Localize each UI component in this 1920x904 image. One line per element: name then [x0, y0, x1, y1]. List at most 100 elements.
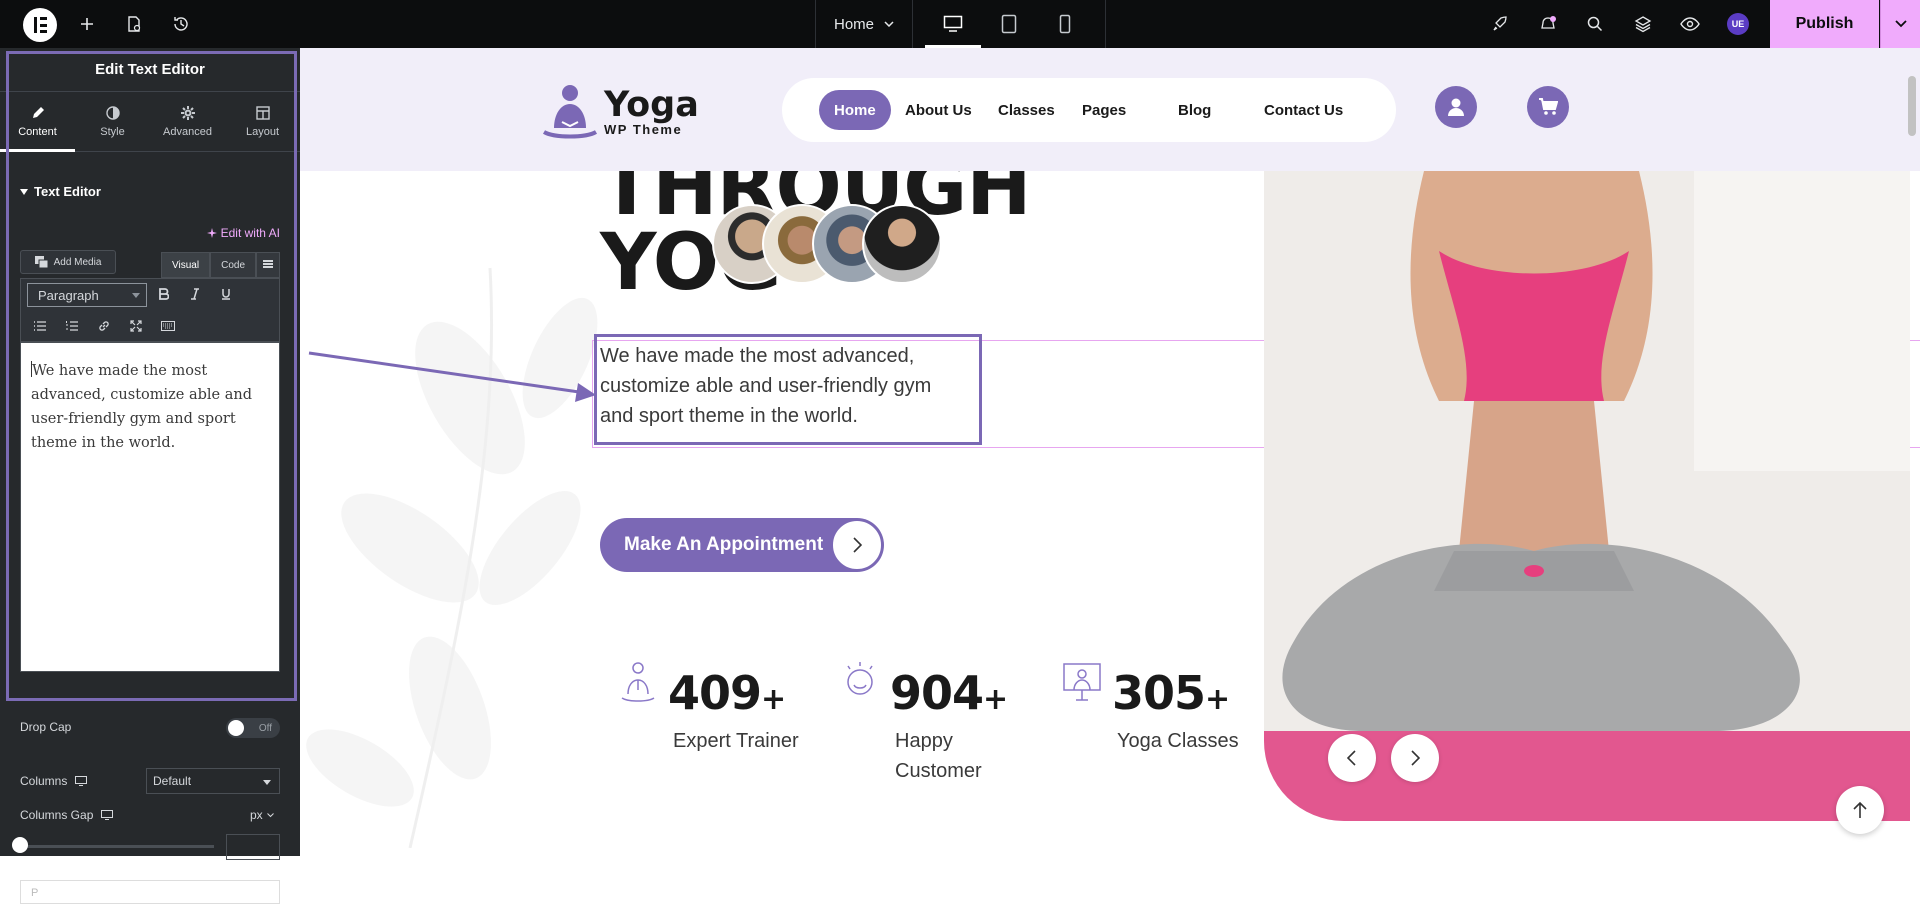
section-title: Text Editor [34, 184, 101, 199]
nav-blog[interactable]: Blog [1178, 90, 1211, 130]
account-button[interactable] [1435, 86, 1477, 128]
keyboard-shortcuts-button[interactable] [157, 315, 179, 337]
scroll-to-top-button[interactable] [1836, 786, 1884, 834]
unit-selector[interactable]: px [250, 808, 274, 822]
responsive-desktop-icon[interactable] [101, 810, 114, 820]
publish-options-button[interactable] [1880, 0, 1920, 48]
editor-mode-tabs: Visual Code [161, 252, 280, 278]
tab-style[interactable]: Style [75, 92, 150, 151]
italic-button[interactable] [184, 283, 206, 305]
make-appointment-button[interactable]: Make An Appointment [600, 518, 884, 572]
tab-label: Advanced [163, 125, 212, 138]
page-name: Home [833, 15, 874, 33]
responsive-desktop-icon[interactable] [75, 776, 88, 786]
meditation-icon [621, 662, 655, 702]
preview-eye-icon[interactable] [1678, 12, 1702, 36]
desktop-view-button[interactable] [925, 0, 981, 48]
search-icon[interactable] [1583, 12, 1607, 36]
preview-scrollbar[interactable] [1908, 76, 1916, 136]
slider-next-button[interactable] [1391, 734, 1439, 782]
columns-gap-slider-track[interactable] [20, 845, 214, 848]
structure-layers-icon[interactable] [1631, 12, 1655, 36]
toolbar-toggle-button[interactable] [256, 252, 280, 278]
elementor-logo-icon[interactable] [23, 8, 57, 42]
tab-layout[interactable]: Layout [225, 92, 300, 151]
nav-classes[interactable]: Classes [998, 90, 1055, 130]
italic-icon [191, 288, 199, 300]
editor-content-text: We have made the most advanced, customiz… [31, 363, 252, 451]
avatar [862, 204, 942, 284]
columns-select-value: Default [153, 774, 192, 788]
cart-button[interactable] [1527, 86, 1569, 128]
chevron-down-icon [132, 293, 140, 298]
fullscreen-button[interactable] [125, 315, 147, 337]
tablet-view-button[interactable] [981, 0, 1037, 48]
hero-description[interactable]: We have made the most advanced, customiz… [600, 341, 970, 431]
page-selector[interactable]: Home [816, 0, 912, 48]
fullscreen-icon [130, 320, 142, 332]
history-icon[interactable] [169, 12, 193, 36]
columns-label: Columns [20, 774, 68, 788]
happy-face-icon [847, 662, 873, 695]
rocket-icon[interactable] [1488, 12, 1512, 36]
columns-gap-label: Columns Gap [20, 808, 94, 822]
site-preview: THROUGH YOG We have made the most advanc… [300, 48, 1920, 856]
bold-button[interactable] [153, 283, 175, 305]
contrast-icon [105, 105, 120, 120]
caret-down-icon [20, 188, 28, 195]
paragraph-format-select[interactable]: Paragraph [27, 283, 147, 307]
nav-contact-us[interactable]: Contact Us [1264, 90, 1343, 130]
arrow-right-icon [832, 520, 882, 570]
chevron-down-icon [1894, 20, 1907, 28]
add-media-label: Add Media [53, 256, 102, 268]
tab-label: Content [18, 125, 57, 138]
section-toggle-text-editor[interactable]: Text Editor [20, 184, 101, 199]
page-settings-icon[interactable] [122, 12, 146, 36]
bullet-list-button[interactable] [29, 315, 51, 337]
arrow-up-icon [1853, 801, 1867, 818]
tab-advanced[interactable]: Advanced [150, 92, 225, 151]
columns-select[interactable]: Default [146, 768, 280, 794]
panel-tabs: Content Style Advanced Layout [0, 92, 300, 152]
yoga-logo-icon [542, 85, 598, 139]
columns-gap-slider-handle[interactable] [12, 837, 28, 853]
ai-sparkle-icon [206, 228, 217, 238]
site-logo[interactable]: Yoga WP Theme [542, 82, 699, 142]
editor-content-area[interactable]: We have made the most advanced, customiz… [20, 342, 280, 672]
tab-content[interactable]: Content [0, 92, 75, 152]
add-media-button[interactable]: Add Media [20, 250, 116, 274]
mobile-view-button[interactable] [1037, 0, 1093, 48]
stat-number: 409+ [668, 666, 786, 720]
chevron-down-icon [884, 21, 894, 27]
columns-gap-row: Columns Gap [20, 808, 114, 822]
numbered-list-button[interactable] [61, 315, 83, 337]
publish-button[interactable]: Publish [1770, 0, 1879, 48]
add-element-icon[interactable] [75, 12, 99, 36]
drop-cap-toggle[interactable]: Off [226, 718, 280, 738]
columns-gap-input[interactable] [226, 834, 280, 860]
nav-home[interactable]: Home [819, 90, 891, 130]
main-navigation: Home About Us Classes Pages Blog Contact… [782, 78, 1396, 142]
nav-about-us[interactable]: About Us [905, 90, 972, 130]
bullet-list-icon [34, 321, 46, 331]
format-select-value: Paragraph [38, 287, 99, 303]
visual-tab[interactable]: Visual [161, 252, 211, 278]
notifications-icon[interactable] [1536, 12, 1560, 36]
editor-topbar: Home UE Publish [0, 0, 1920, 48]
pencil-icon [32, 106, 44, 118]
slider-prev-button[interactable] [1328, 734, 1376, 782]
editor-path-status: P [20, 880, 280, 904]
user-avatar[interactable]: UE [1727, 13, 1749, 35]
code-tab[interactable]: Code [210, 252, 256, 278]
stat-number: 904+ [890, 666, 1008, 720]
media-icon [34, 256, 49, 268]
chevron-left-icon [1347, 750, 1356, 766]
underline-button[interactable] [215, 283, 237, 305]
drop-cap-label: Drop Cap [20, 720, 72, 734]
insert-link-button[interactable] [93, 315, 115, 337]
gear-icon [180, 105, 195, 120]
chevron-right-icon [1411, 750, 1420, 766]
nav-pages[interactable]: Pages [1082, 90, 1126, 130]
edit-with-ai-button[interactable]: Edit with AI [206, 226, 280, 240]
unit-label: px [250, 808, 263, 822]
